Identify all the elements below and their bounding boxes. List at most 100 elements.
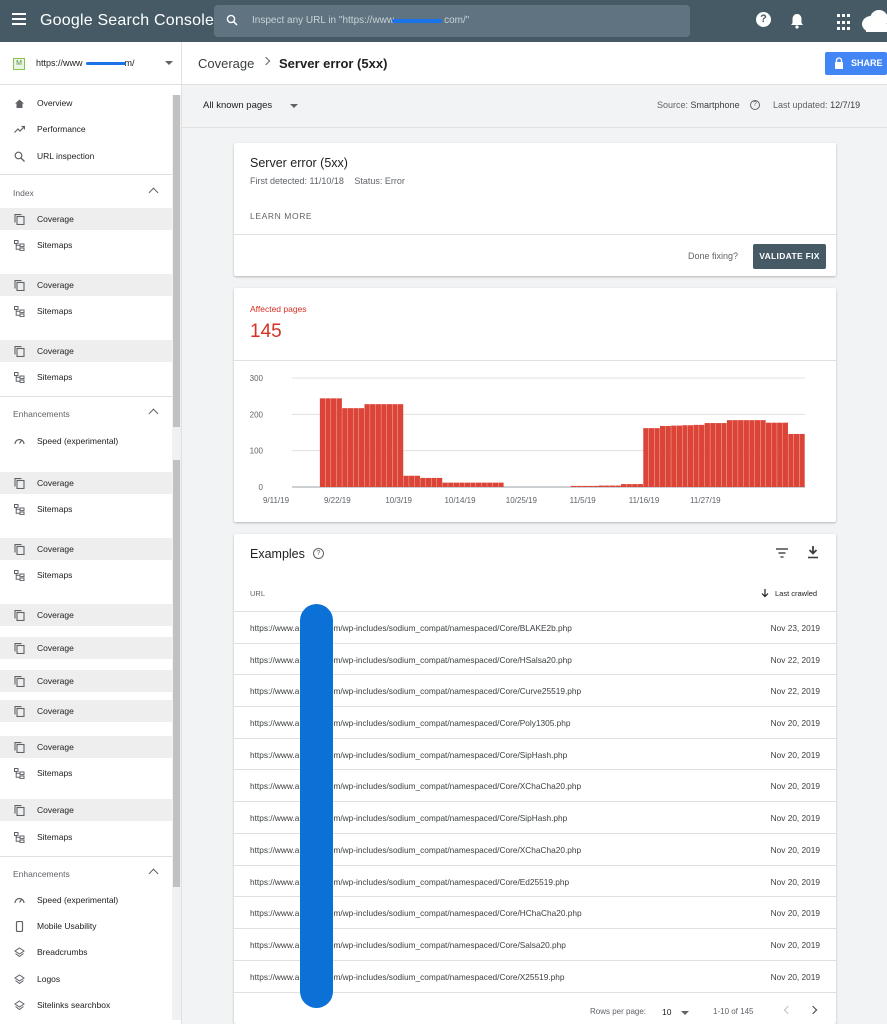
sidebar-item-coverage[interactable]: Coverage (0, 604, 172, 626)
rows-per-page-select[interactable]: 10 (662, 1007, 671, 1017)
chart-bar[interactable] (448, 482, 454, 487)
property-selector[interactable]: M https://www m/ (0, 42, 181, 85)
chart-bar[interactable] (492, 482, 499, 487)
sidebar-item-coverage[interactable]: Coverage (0, 274, 172, 296)
chart-bar[interactable] (459, 482, 465, 487)
chart-bar[interactable] (721, 423, 727, 487)
sidebar-item-coverage[interactable]: Coverage (0, 637, 172, 659)
chart-bar[interactable] (660, 425, 666, 487)
sidebar-item-coverage[interactable]: Coverage (0, 700, 172, 722)
chart-bar[interactable] (381, 404, 387, 487)
chevron-up-icon[interactable] (148, 868, 159, 879)
sidebar-item-performance[interactable]: Performance (0, 118, 172, 140)
chevron-left-icon[interactable] (783, 1005, 793, 1015)
chart-bar[interactable] (726, 420, 733, 487)
chart-bar[interactable] (743, 420, 749, 487)
chart-bar[interactable] (793, 433, 800, 487)
chart-bar[interactable] (319, 398, 326, 487)
chart-bar[interactable] (632, 484, 638, 487)
chart-bar[interactable] (453, 482, 459, 487)
chart-bar[interactable] (442, 482, 448, 487)
chart-bar[interactable] (788, 433, 794, 487)
chevron-right-icon[interactable] (808, 1005, 818, 1015)
chart-bar[interactable] (593, 485, 599, 487)
chart-bar[interactable] (760, 420, 766, 487)
chart-bar[interactable] (782, 422, 788, 487)
chart-bar[interactable] (587, 485, 593, 487)
chart-bar[interactable] (754, 420, 761, 487)
chevron-down-icon[interactable] (165, 61, 173, 65)
chart-bar[interactable] (648, 428, 655, 487)
chevron-up-icon[interactable] (148, 408, 159, 419)
sidebar-item-coverage[interactable]: Coverage (0, 340, 172, 362)
chart-bar[interactable] (620, 484, 627, 487)
help-icon[interactable]: ? (313, 548, 324, 559)
chevron-down-icon[interactable] (681, 1011, 689, 1015)
sidebar-item-url-inspection[interactable]: URL inspection (0, 145, 172, 167)
chart-bar[interactable] (738, 420, 744, 487)
row-url[interactable]: https://www.a .com/wp-includes/sodium_co… (250, 655, 572, 665)
chart-bar[interactable] (403, 475, 409, 487)
chart-bar[interactable] (732, 420, 738, 487)
bell-icon[interactable] (788, 12, 806, 30)
chart-bar[interactable] (581, 485, 588, 487)
sidebar-item-breadcrumbs[interactable]: Breadcrumbs (0, 941, 172, 963)
column-header-last-crawled[interactable]: Last crawled (775, 589, 817, 598)
chart-bar[interactable] (615, 485, 621, 487)
chart-bar[interactable] (682, 425, 688, 487)
chart-bar[interactable] (749, 420, 755, 487)
chart-bar[interactable] (799, 433, 805, 487)
chart-bar[interactable] (414, 475, 420, 487)
url-inspect-search[interactable]: Inspect any URL in "https://www com/" (214, 5, 690, 37)
help-icon[interactable]: ? (750, 100, 760, 110)
menu-icon[interactable] (12, 13, 26, 27)
chart-bar[interactable] (325, 398, 331, 487)
chart-bar[interactable] (710, 423, 716, 487)
chart-bar[interactable] (386, 404, 393, 487)
sidebar-item-mobile-usability[interactable]: Mobile Usability (0, 915, 172, 937)
chart-bar[interactable] (699, 424, 705, 487)
section-index[interactable]: Index (0, 183, 172, 203)
chart-bar[interactable] (481, 482, 487, 487)
sidebar-item-sitemaps[interactable]: Sitemaps (0, 366, 172, 388)
sidebar-item-overview[interactable]: Overview (0, 92, 172, 114)
chart-bar[interactable] (598, 485, 604, 487)
help-icon[interactable]: ? (756, 12, 774, 30)
chart-bar[interactable] (364, 404, 370, 487)
chart-bar[interactable] (436, 477, 443, 487)
sidebar-item-coverage[interactable]: Coverage (0, 208, 172, 230)
chart-bar[interactable] (353, 408, 359, 487)
sidebar-item-sitemaps[interactable]: Sitemaps (0, 762, 172, 784)
chart-bar[interactable] (765, 422, 772, 487)
chart-bar[interactable] (671, 425, 677, 487)
chart-bar[interactable] (431, 477, 437, 487)
chart-bar[interactable] (498, 482, 504, 487)
share-button[interactable]: SHARE (825, 52, 887, 75)
row-url[interactable]: https://www.a .com/wp-includes/sodium_co… (250, 877, 569, 887)
apps-grid-icon[interactable] (837, 14, 852, 32)
chart-bar[interactable] (604, 485, 610, 487)
chart-bar[interactable] (420, 477, 426, 487)
section-enhancements[interactable]: Enhancements (0, 404, 172, 424)
sidebar-item-coverage[interactable]: Coverage (0, 736, 172, 758)
chart-bar[interactable] (425, 477, 432, 487)
chart-bar[interactable] (347, 408, 354, 487)
chart-bar[interactable] (392, 404, 398, 487)
learn-more-link[interactable]: LEARN MORE (250, 211, 312, 221)
arrow-down-icon[interactable] (760, 588, 770, 598)
chart-bar[interactable] (643, 428, 649, 487)
chart-bar[interactable] (409, 475, 415, 487)
sidebar-item-coverage[interactable]: Coverage (0, 670, 172, 692)
scrollbar-thumb[interactable] (173, 460, 180, 887)
chart-bar[interactable] (665, 425, 671, 487)
sidebar-item-speed[interactable]: Speed (experimental) (0, 889, 172, 911)
chart-bar[interactable] (715, 423, 722, 487)
validate-fix-button[interactable]: VALIDATE FIX (753, 244, 826, 269)
row-url[interactable]: https://www.a .com/wp-includes/sodium_co… (250, 623, 572, 633)
chevron-down-icon[interactable] (290, 104, 298, 108)
chart-bar[interactable] (487, 482, 493, 487)
scrollbar-thumb[interactable] (173, 95, 180, 427)
chart-bar[interactable] (654, 428, 660, 487)
row-url[interactable]: https://www.a .com/wp-includes/sodium_co… (250, 750, 567, 760)
row-url[interactable]: https://www.a .com/wp-includes/sodium_co… (250, 718, 571, 728)
